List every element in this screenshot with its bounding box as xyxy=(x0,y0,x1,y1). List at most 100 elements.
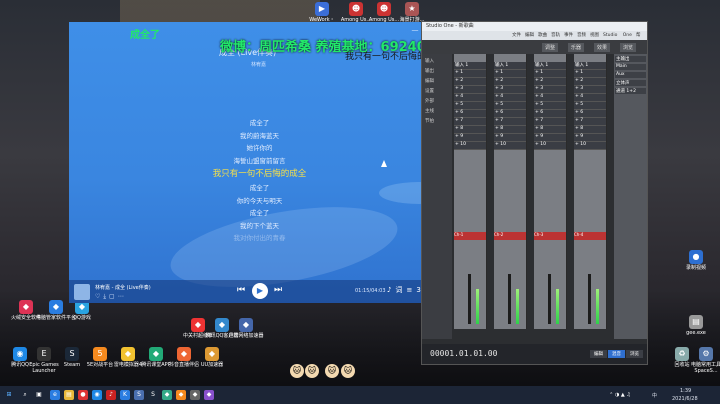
volume-fader[interactable] xyxy=(468,274,471,324)
song-actions[interactable]: ♡⤓▢⋯ xyxy=(95,293,127,301)
lyric-line[interactable]: 我只有一句不后悔的成全 xyxy=(69,167,450,182)
qq-taskbar-icon[interactable]: ◉ xyxy=(92,390,102,400)
daw-menu-item[interactable]: 编辑 xyxy=(525,33,534,38)
channel-routing-row[interactable]: + 2 xyxy=(454,78,486,86)
channel-routing-row[interactable]: + 5 xyxy=(454,102,486,110)
desktop-icon-uu[interactable]: ◆ UU加速器 xyxy=(186,347,238,368)
volume-fader[interactable] xyxy=(548,274,551,324)
toolbar-button-instruments[interactable]: 乐器 xyxy=(568,43,585,52)
channel-routing-row[interactable]: + 7 xyxy=(574,118,606,126)
app-taskbar-icon[interactable]: ◆ xyxy=(204,390,214,400)
studio-one-window[interactable]: Studio One - 新歌曲 文件 编辑 歌曲 音轨 事件 音频 视图 Studio On… xyxy=(421,21,648,365)
channel-routing-row[interactable]: + 8 xyxy=(454,126,486,134)
daw-menu-item[interactable]: 文件 xyxy=(512,33,521,38)
steam-taskbar-icon[interactable]: S xyxy=(148,390,158,400)
daw-button-edit[interactable]: 编辑 xyxy=(590,350,607,358)
channel-routing-row[interactable]: + 4 xyxy=(454,94,486,102)
start-icon[interactable]: ⊞ xyxy=(4,390,14,400)
channel-routing-row[interactable]: + 3 xyxy=(534,86,566,94)
lyric-line[interactable]: 海誓山盟窗前留言 xyxy=(69,155,450,168)
toolbar-button-browse[interactable]: 浏览 xyxy=(620,43,637,52)
desktop-icon-qqgame[interactable]: ◆ QQ游戏 xyxy=(56,300,108,321)
daw-master-item[interactable]: 主输出 xyxy=(615,56,646,62)
channel-routing-row[interactable]: + 3 xyxy=(574,86,606,94)
daw-button-mix[interactable]: 混音 xyxy=(608,350,625,358)
channel-name-label[interactable]: Ch-3 xyxy=(534,232,566,240)
channel-routing-row[interactable]: + 4 xyxy=(574,94,606,102)
channel-routing-row[interactable]: + 8 xyxy=(494,126,526,134)
channel-routing-row[interactable]: + 5 xyxy=(574,102,606,110)
lyric-line[interactable]: 成全了 xyxy=(69,117,450,130)
channel-routing-row[interactable]: + 6 xyxy=(454,110,486,118)
lyric-line[interactable]: 你的今天与明天 xyxy=(69,195,450,208)
channel-routing-row[interactable]: 输入 1 xyxy=(454,62,486,70)
lyric-line[interactable]: 成全了 xyxy=(69,182,450,195)
channel-routing-row[interactable]: + 9 xyxy=(574,134,606,142)
daw-button-browse[interactable]: 浏览 xyxy=(626,350,643,358)
daw-master-item[interactable]: 立体声 xyxy=(615,80,646,86)
channel-routing-row[interactable]: + 3 xyxy=(454,86,486,94)
channel-routing-row[interactable]: + 5 xyxy=(534,102,566,110)
channel-routing-row[interactable]: + 9 xyxy=(534,134,566,142)
daw-left-item[interactable]: 外部 xyxy=(425,98,449,104)
channel-routing-row[interactable]: + 3 xyxy=(494,86,526,94)
lyric-line[interactable]: 我的下个蓝天 xyxy=(69,220,450,233)
mixer-channel-strip[interactable]: 输入 1 + 1 + 2 + 3 + 4 + 5 + 6 + 7 + 8 + 9 + 10 Ch-1 xyxy=(454,54,487,329)
daw-master-item[interactable]: Aux xyxy=(615,72,646,78)
daw-left-item[interactable]: 设置 xyxy=(425,88,449,94)
mixer-channel-strip[interactable]: 输入 1 + 1 + 2 + 3 + 4 + 5 + 6 + 7 + 8 + 9 + 10 Ch-4 xyxy=(574,54,607,329)
daw-master-item[interactable]: Main xyxy=(615,64,646,70)
player-extra-controls[interactable]: ♪词≡3 xyxy=(387,285,425,295)
channel-name-label[interactable]: Ch-2 xyxy=(494,232,526,240)
desktop-icon-xunlei[interactable]: ◆ 迅雷网络加速器 xyxy=(220,318,272,339)
taskbar-date[interactable]: 2021/6/28 xyxy=(672,396,698,402)
music-player-window[interactable]: —□✕ 成全 (Live伴奏) 林宥嘉 成全了我的蔚海蓝天她许你的海誓山盟窗前留… xyxy=(69,22,450,303)
channel-routing-row[interactable]: + 7 xyxy=(454,118,486,126)
toolbar-button-effects[interactable]: 效果 xyxy=(594,43,611,52)
channel-routing-row[interactable]: + 4 xyxy=(494,94,526,102)
app-taskbar-icon[interactable]: ◆ xyxy=(190,390,200,400)
volume-fader[interactable] xyxy=(588,274,591,324)
channel-routing-row[interactable]: + 9 xyxy=(454,134,486,142)
search-icon[interactable]: ⌕ xyxy=(20,390,30,400)
next-button[interactable]: ⏭ xyxy=(274,285,282,295)
album-cover[interactable] xyxy=(74,284,90,300)
channel-routing-row[interactable]: + 10 xyxy=(454,142,486,150)
lyric-line[interactable]: 她许你的 xyxy=(69,142,450,155)
channel-routing-row[interactable]: + 8 xyxy=(534,126,566,134)
mixer-channel-strip[interactable]: 输入 1 + 1 + 2 + 3 + 4 + 5 + 6 + 7 + 8 + 9 + 10 Ch-2 xyxy=(494,54,527,329)
tray-icons[interactable]: ⌃ ◑ ▲ ♫ xyxy=(600,390,640,400)
daw-left-item[interactable]: 输入 xyxy=(425,58,449,64)
channel-routing-row[interactable]: 输入 1 xyxy=(574,62,606,70)
channel-routing-row[interactable]: 输入 1 xyxy=(534,62,566,70)
previous-button[interactable]: ⏮ xyxy=(237,285,245,295)
channel-routing-row[interactable]: + 2 xyxy=(494,78,526,86)
app-taskbar-icon[interactable]: ◆ xyxy=(162,390,172,400)
more-icon[interactable]: ⋯ xyxy=(118,293,127,300)
input-language[interactable]: 中 xyxy=(652,392,657,399)
desktop-icon-gee[interactable]: ▤ gee.exe xyxy=(670,315,720,336)
channel-routing-row[interactable]: + 8 xyxy=(574,126,606,134)
play-button[interactable]: ▶ xyxy=(252,283,268,299)
daw-menu-bar[interactable]: 文件编辑歌曲音轨事件音频视图Studio One帮助 xyxy=(422,31,647,47)
channel-routing-row[interactable]: + 1 xyxy=(454,70,486,78)
playlist-icon[interactable]: ≡ xyxy=(406,286,416,294)
channel-routing-row[interactable]: + 10 xyxy=(574,142,606,150)
daw-menu-item[interactable]: 事件 xyxy=(564,33,573,38)
kugou-taskbar-icon[interactable]: K xyxy=(120,390,130,400)
mixer-channel-strip[interactable]: 输入 1 + 1 + 2 + 3 + 4 + 5 + 6 + 7 + 8 + 9 + 10 Ch-3 xyxy=(534,54,567,329)
desktop-icon-tools[interactable]: ⚙ 电脑常用工具SpaceS... xyxy=(680,347,720,374)
daw-left-item[interactable]: 编辑 xyxy=(425,78,449,84)
explorer-icon[interactable]: ▤ xyxy=(64,390,74,400)
daw-menu-item[interactable]: 视图 xyxy=(590,33,599,38)
daw-master-item[interactable]: 通道 1+2 xyxy=(615,88,646,94)
desktop-icon-game[interactable]: ★ 海景打游... xyxy=(386,2,438,23)
lyrics-icon[interactable]: 词 xyxy=(395,286,406,294)
lyric-line[interactable]: 我对你付出的青春 xyxy=(69,232,450,245)
volume-fader[interactable] xyxy=(508,274,511,324)
channel-routing-row[interactable]: + 1 xyxy=(494,70,526,78)
app-taskbar-icon[interactable]: ◆ xyxy=(176,390,186,400)
studio-one-taskbar-icon[interactable]: S xyxy=(134,390,144,400)
channel-routing-row[interactable]: + 10 xyxy=(534,142,566,150)
channel-routing-row[interactable]: + 6 xyxy=(494,110,526,118)
